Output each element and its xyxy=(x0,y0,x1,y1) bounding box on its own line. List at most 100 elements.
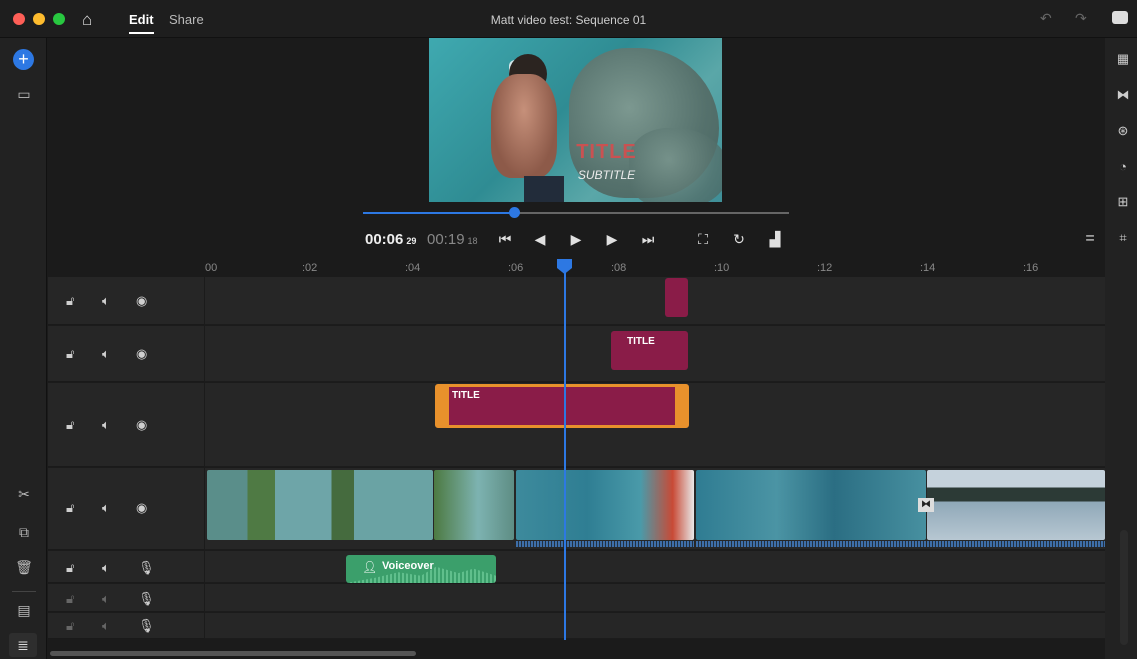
microphone-icon[interactable]: 🎙︎ xyxy=(138,591,155,607)
speaker-icon[interactable]: 🔈︎ xyxy=(102,591,110,607)
lock-icon[interactable]: 🔓︎ xyxy=(66,293,74,309)
speaker-icon[interactable]: 🔈︎ xyxy=(102,293,110,309)
loop-icon[interactable]: ↻ xyxy=(728,229,750,249)
lock-icon[interactable]: 🔓︎ xyxy=(66,560,74,576)
track-header-v4: 🔓︎ 🔈︎ ◉ xyxy=(48,277,204,325)
speaker-icon[interactable]: 🔈︎ xyxy=(102,417,110,433)
lock-icon[interactable]: 🔓︎ xyxy=(66,417,74,433)
duplicate-icon[interactable]: ⧉ xyxy=(14,524,34,541)
playhead-line xyxy=(564,266,566,640)
total-frames: 18 xyxy=(467,236,478,246)
track-height-icon[interactable]: ▤ xyxy=(14,602,34,619)
video-clip[interactable] xyxy=(696,470,926,540)
trash-icon[interactable]: 🗑 xyxy=(14,559,34,576)
video-clip[interactable] xyxy=(207,470,433,540)
title-clip[interactable]: TITLE xyxy=(611,331,688,370)
current-frames: 29 xyxy=(406,236,417,246)
voiceover-clip[interactable]: 👤︎ Voiceover xyxy=(346,555,496,583)
eye-icon[interactable]: ◉ xyxy=(136,293,147,309)
ruler-tick: 00 xyxy=(205,262,218,274)
lock-icon[interactable]: 🔓︎ xyxy=(66,500,74,516)
vertical-scrollbar[interactable] xyxy=(1120,530,1128,645)
document-title: Matt video test: Sequence 01 xyxy=(490,13,647,27)
horizontal-scrollbar[interactable] xyxy=(50,651,416,656)
lock-icon[interactable]: 🔓︎ xyxy=(66,591,74,607)
audio-waveform xyxy=(927,541,1105,547)
ruler-tick: :02 xyxy=(302,262,318,274)
ruler-tick: :06 xyxy=(508,262,524,274)
person-icon: 👤︎ xyxy=(362,560,378,574)
ruler-tick: :16 xyxy=(1023,262,1039,274)
export-frame-icon[interactable]: ▟ xyxy=(764,229,786,249)
scrubber-handle[interactable] xyxy=(509,207,520,218)
project-panel-icon[interactable]: ▭ xyxy=(14,86,34,103)
monitor-title-overlay: TITLE xyxy=(576,141,637,163)
track-header-v2: 🔓︎ 🔈︎ ◉ xyxy=(48,383,204,467)
transition-icon[interactable]: ⧓ xyxy=(918,498,934,512)
speed-icon[interactable]: ◔ xyxy=(1115,159,1131,174)
track-lane-a2[interactable] xyxy=(205,584,1105,612)
monitor-subtitle-overlay: SUBTITLE xyxy=(577,168,636,182)
microphone-icon[interactable]: 🎙︎ xyxy=(138,560,155,576)
track-header-a3: 🔓︎ 🔈︎ 🎙︎ xyxy=(48,613,204,639)
audio-waveform xyxy=(696,541,926,547)
track-header-v1: 🔓︎ 🔈︎ ◉ xyxy=(48,468,204,550)
toolbar-divider xyxy=(12,591,36,592)
ruler-tick: :08 xyxy=(611,262,627,274)
speaker-icon[interactable]: 🔈︎ xyxy=(102,618,110,634)
ruler-tick: :12 xyxy=(817,262,833,274)
fit-view-icon[interactable]: ⛶ xyxy=(692,229,714,249)
microphone-icon[interactable]: 🎙︎ xyxy=(138,618,155,634)
scrubber-progress xyxy=(363,212,515,214)
monitor-rock-2 xyxy=(629,128,722,202)
color-icon[interactable]: ⊛ xyxy=(1115,123,1131,139)
redo-icon[interactable]: ↷ xyxy=(1075,10,1087,27)
speaker-icon[interactable]: 🔈︎ xyxy=(102,346,110,362)
play-icon[interactable]: ▶ xyxy=(565,229,587,249)
feedback-icon[interactable] xyxy=(1112,11,1128,24)
video-clip[interactable] xyxy=(434,470,514,540)
video-clip[interactable] xyxy=(516,470,694,540)
add-media-button[interactable]: + xyxy=(13,49,34,70)
track-header-a1: 🔓︎ 🔈︎ 🎙︎ xyxy=(48,551,204,583)
ruler-tick: :04 xyxy=(405,262,421,274)
title-clip[interactable] xyxy=(665,278,688,317)
undo-icon[interactable]: ↶ xyxy=(1040,10,1052,27)
titlebar: ⌂ Edit Share Matt video test: Sequence 0… xyxy=(0,0,1137,38)
selected-title-clip[interactable]: TITLE xyxy=(435,384,689,428)
total-timecode: 00:19 18 xyxy=(427,231,478,248)
track-header-a2: 🔓︎ 🔈︎ 🎙︎ xyxy=(48,584,204,612)
eye-icon[interactable]: ◉ xyxy=(136,346,147,362)
speaker-icon[interactable]: 🔈︎ xyxy=(102,500,110,516)
current-timecode[interactable]: 00:06 29 xyxy=(365,231,416,248)
titles-icon[interactable]: ▦ xyxy=(1115,51,1131,67)
track-lane-v4[interactable] xyxy=(205,277,1105,325)
eye-icon[interactable]: ◉ xyxy=(136,500,147,516)
ruler-tick: :10 xyxy=(714,262,730,274)
step-back-icon[interactable]: ◀ xyxy=(529,229,551,249)
timeline-view-icon[interactable]: ≣ xyxy=(9,633,37,657)
track-lane-a1[interactable] xyxy=(205,551,1105,583)
total-time: 00:19 xyxy=(427,231,465,248)
scissors-icon[interactable]: ✂ xyxy=(14,486,34,503)
ruler-tick: :14 xyxy=(920,262,936,274)
lock-icon[interactable]: 🔓︎ xyxy=(66,618,74,634)
audio-waveform xyxy=(516,541,694,547)
monitor-menu-icon[interactable]: = xyxy=(1079,229,1101,249)
speaker-icon[interactable]: 🔈︎ xyxy=(102,560,110,576)
current-time: 00:06 xyxy=(365,231,404,248)
program-monitor[interactable]: TITLE SUBTITLE xyxy=(429,38,722,202)
playhead-handle[interactable] xyxy=(557,259,572,274)
lock-icon[interactable]: 🔓︎ xyxy=(66,346,74,362)
eye-icon[interactable]: ◉ xyxy=(136,417,147,433)
go-to-end-icon[interactable]: ⏭ xyxy=(637,229,659,249)
left-toolbar: + ▭ ✂ ⧉ 🗑 ▤ ≣ xyxy=(0,38,47,659)
track-lane-a3[interactable] xyxy=(205,613,1105,639)
crop-icon[interactable]: ⌗ xyxy=(1115,230,1131,246)
audio-mixer-icon[interactable]: ⊞ xyxy=(1115,194,1131,210)
track-header-v3: 🔓︎ 🔈︎ ◉ xyxy=(48,326,204,382)
go-to-start-icon[interactable]: ⏮ xyxy=(494,229,516,249)
video-clip[interactable] xyxy=(927,470,1105,540)
transitions-icon[interactable]: ⧓ xyxy=(1115,87,1131,103)
step-forward-icon[interactable]: ▶ xyxy=(601,229,623,249)
